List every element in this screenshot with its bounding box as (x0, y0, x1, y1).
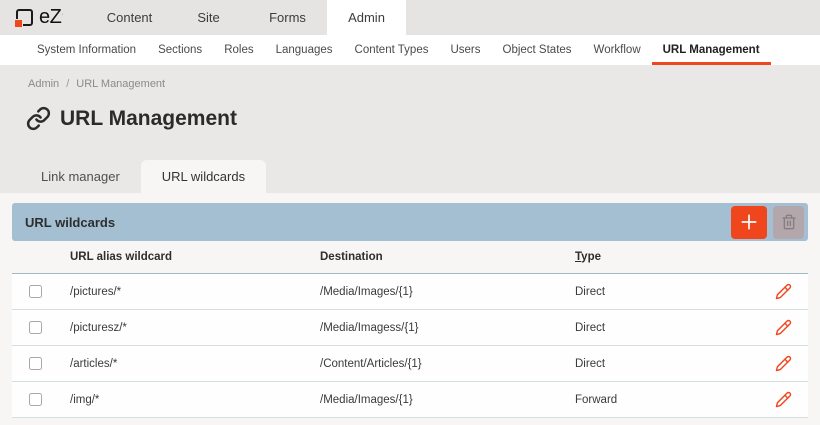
main-nav-admin[interactable]: Admin (327, 0, 406, 35)
table-row: /img/* /Media/Images/{1} Forward (12, 382, 808, 418)
subnav-languages[interactable]: Languages (265, 35, 344, 65)
row-checkbox[interactable] (29, 285, 42, 298)
subnav-sections[interactable]: Sections (147, 35, 213, 65)
cell-url-alias-wildcard: /picturesz/* (70, 322, 320, 334)
subnav-content-types[interactable]: Content Types (344, 35, 440, 65)
pencil-edit-icon (775, 391, 792, 408)
top-bar: eZ ´ Content Site Forms Admin (0, 0, 820, 35)
subnav-system-information[interactable]: System Information (26, 35, 147, 65)
main-nav: Content Site Forms Admin (90, 0, 406, 35)
cell-url-alias-wildcard: /articles/* (70, 358, 320, 370)
edit-wildcard-button[interactable] (773, 317, 794, 338)
ez-logo-trademark: ´ (61, 11, 64, 25)
ez-logo-text: eZ (39, 6, 61, 29)
subnav-roles[interactable]: Roles (213, 35, 264, 65)
cell-destination: /Media/Images/{1} (320, 286, 575, 298)
row-checkbox[interactable] (29, 393, 42, 406)
breadcrumb-admin[interactable]: Admin (28, 78, 59, 90)
main-nav-content[interactable]: Content (90, 0, 169, 35)
row-checkbox[interactable] (29, 357, 42, 370)
trash-icon (781, 214, 797, 230)
table-row: /articles/* /Content/Articles/{1} Direct (12, 346, 808, 382)
pencil-edit-icon (775, 355, 792, 372)
cell-url-alias-wildcard: /pictures/* (70, 286, 320, 298)
ez-logo-icon (16, 9, 33, 26)
tab-bar: Link manager URL wildcards (0, 160, 820, 193)
panel-actions (731, 206, 804, 239)
ez-logo[interactable]: eZ ´ (0, 0, 78, 35)
edit-wildcard-button[interactable] (773, 353, 794, 374)
subnav-users[interactable]: Users (439, 35, 491, 65)
header-url-alias-wildcard: URL alias wildcard (70, 251, 320, 263)
breadcrumb-separator: / (66, 78, 69, 90)
table-row: /picturesz/* /Media/Imagess/{1} Direct (12, 310, 808, 346)
header-destination: Destination (320, 251, 575, 263)
breadcrumb: Admin / URL Management (0, 78, 820, 90)
subnav-object-states[interactable]: Object States (492, 35, 583, 65)
cell-destination: /Media/Images/{1} (320, 394, 575, 406)
page-header-section: Admin / URL Management URL Management Li… (0, 65, 820, 193)
url-wildcards-table: URL alias wildcard Destination Type /pic… (12, 241, 808, 418)
main-nav-site[interactable]: Site (169, 0, 248, 35)
cell-destination: /Content/Articles/{1} (320, 358, 575, 370)
subnav-url-management[interactable]: URL Management (652, 35, 771, 65)
edit-wildcard-button[interactable] (773, 389, 794, 410)
tab-link-manager[interactable]: Link manager (20, 160, 141, 193)
delete-wildcard-button[interactable] (773, 206, 804, 239)
pencil-edit-icon (775, 283, 792, 300)
page-title: URL Management (26, 106, 820, 131)
cell-url-alias-wildcard: /img/* (70, 394, 320, 406)
table-row: /pictures/* /Media/Images/{1} Direct (12, 274, 808, 310)
breadcrumb-url-management: URL Management (76, 78, 165, 90)
panel-title: URL wildcards (25, 215, 115, 230)
header-type: Type (575, 251, 756, 263)
plus-icon (739, 212, 759, 232)
page-title-text: URL Management (60, 107, 237, 131)
row-checkbox[interactable] (29, 321, 42, 334)
pencil-edit-icon (775, 319, 792, 336)
tab-content: URL wildcards URL alias wildcard Destina (0, 193, 820, 425)
link-icon (26, 106, 51, 131)
cell-type: Direct (575, 358, 756, 370)
main-nav-forms[interactable]: Forms (248, 0, 327, 35)
cell-destination: /Media/Imagess/{1} (320, 322, 575, 334)
url-wildcards-panel-header: URL wildcards (12, 203, 808, 241)
cell-type: Direct (575, 286, 756, 298)
table-header-row: URL alias wildcard Destination Type (12, 241, 808, 274)
cell-type: Direct (575, 322, 756, 334)
cell-type: Forward (575, 394, 756, 406)
tab-url-wildcards[interactable]: URL wildcards (141, 160, 266, 193)
edit-wildcard-button[interactable] (773, 281, 794, 302)
add-wildcard-button[interactable] (731, 206, 767, 239)
subnav-workflow[interactable]: Workflow (583, 35, 652, 65)
admin-sub-nav: System Information Sections Roles Langua… (0, 35, 820, 65)
ez-logo-orange-square (14, 19, 23, 28)
